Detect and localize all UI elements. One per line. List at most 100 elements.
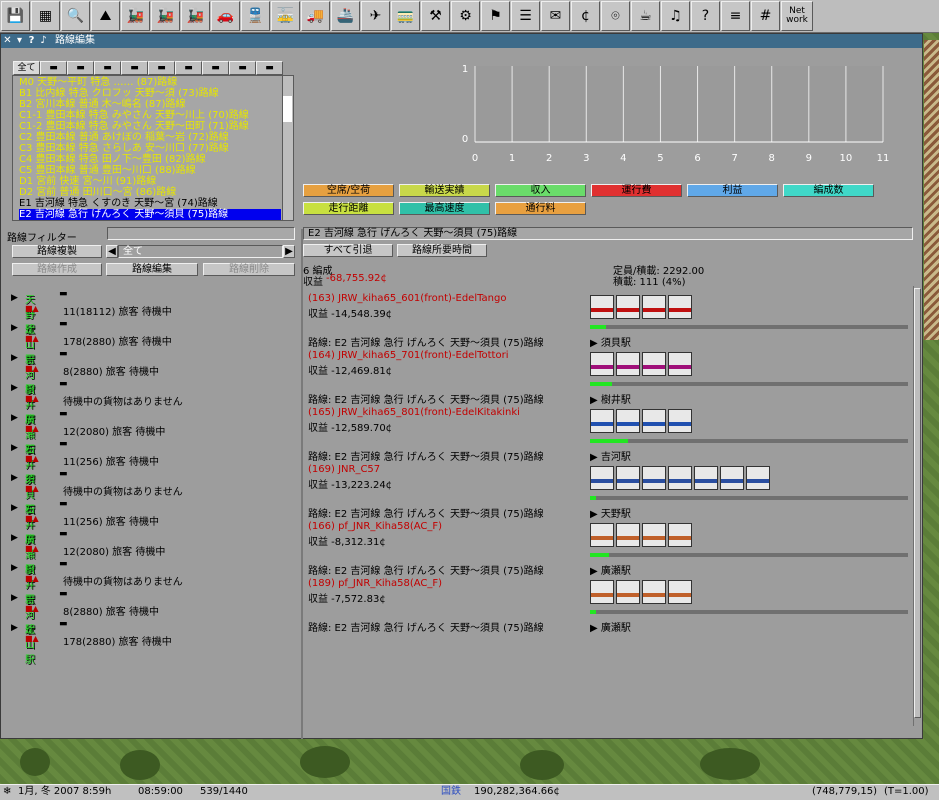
signal-icon[interactable]: ⚑ <box>481 1 510 31</box>
line-item[interactable]: C2 豊田本線 普通 あけぼの 稲葉～岩 (72)路線 <box>19 132 229 143</box>
steam-loco-icon[interactable]: 🚂 <box>181 1 210 31</box>
convoy-item[interactable]: (163) JRW_kiha65_601(front)-EdelTango 収益 … <box>308 293 918 351</box>
tab-vehicle-type[interactable]: ▬ <box>229 61 256 75</box>
tab-vehicle-type[interactable]: ▬ <box>256 61 283 75</box>
delete-line-button[interactable]: 路線削除 <box>203 263 295 276</box>
filter-prev-arrow[interactable]: ◀ <box>106 245 118 258</box>
expand-arrow-icon[interactable]: ▶ <box>11 503 18 513</box>
convoy-item[interactable]: (166) pf_JNR_Kiha58(AC_F) 収益 -8,312.31¢ 路線… <box>308 521 918 579</box>
line-item[interactable]: B1 比内線 特急 クロフッ 天野～須 (73)路線 <box>19 88 219 99</box>
cup-icon[interactable]: ☕ <box>631 1 660 31</box>
expand-arrow-icon[interactable]: ▶ <box>11 443 18 453</box>
pane-divider[interactable] <box>301 229 303 739</box>
line-list-scrollbar[interactable] <box>282 76 293 220</box>
camera-icon[interactable]: ⌾ <box>601 1 630 31</box>
ship-icon[interactable]: 🚢 <box>331 1 360 31</box>
money-icon[interactable]: ¢ <box>571 1 600 31</box>
tab-vehicle-type[interactable]: ▬ <box>202 61 229 75</box>
truck-icon[interactable]: 🚚 <box>301 1 330 31</box>
tools-icon[interactable]: ⚙ <box>451 1 480 31</box>
convoy-item[interactable]: (164) JRW_kiha65_701(front)-EdelTottori 収… <box>308 350 918 408</box>
line-item[interactable]: C1-1 豊田本線 特急 みやさん 天野～川上 (70)路線 <box>19 110 249 121</box>
chart-toggle-button[interactable]: 輸送実績 <box>399 184 490 197</box>
chart-toggle-button[interactable]: 空席/空荷 <box>303 184 394 197</box>
line-filter-input[interactable] <box>107 227 295 240</box>
train-icon[interactable]: 🚆 <box>241 1 270 31</box>
line-item[interactable]: C5 豊田本線 普通 豊田～川口 (88)路線 <box>19 165 196 176</box>
map-icon[interactable]: ▦ <box>31 1 60 31</box>
expand-arrow-icon[interactable]: ▶ <box>11 383 18 393</box>
scroll-knob[interactable] <box>283 96 292 122</box>
line-item[interactable]: C1-2 豊田本線 特急 みやさん 天野～田町 (71)路線 <box>19 121 249 132</box>
zoom-icon[interactable]: 🔍 <box>61 1 90 31</box>
help-icon[interactable]: ? <box>691 1 720 31</box>
line-item[interactable]: C3 豊田本線 特急 さらしあ 安～川口 (77)路線 <box>19 143 229 154</box>
chart-toggle-button[interactable]: 収入 <box>495 184 586 197</box>
chart-toggle-button[interactable]: 通行料 <box>495 202 586 215</box>
grid-icon[interactable]: # <box>751 1 780 31</box>
expand-arrow-icon[interactable]: ▶ <box>11 413 18 423</box>
crane-icon[interactable]: ⚒ <box>421 1 450 31</box>
convoy-item[interactable]: (169) JNR_C57 収益 -13,223.24¢ 路線: E2 吉河線 急行… <box>308 464 918 522</box>
save-icon[interactable]: 💾 <box>1 1 30 31</box>
tab-vehicle-type[interactable]: ▬ <box>148 61 175 75</box>
tab-vehicle-type[interactable]: ▬ <box>175 61 202 75</box>
filter-next-arrow[interactable]: ▶ <box>283 245 295 258</box>
line-item[interactable]: E1 吉河線 特急 くすのき 天野～宮 (74)路線 <box>19 198 218 209</box>
convoy-scrollbar[interactable] <box>913 286 922 726</box>
convoy-item[interactable]: (165) JRW_kiha65_801(front)-EdelKitakink… <box>308 407 918 465</box>
signal-icon: ⚑ <box>489 8 502 24</box>
expand-arrow-icon[interactable]: ▶ <box>11 353 18 363</box>
close-icon[interactable]: ✕ <box>2 34 13 48</box>
line-travel-time-button[interactable]: 路線所要時間 <box>397 244 487 257</box>
car-icon[interactable]: 🚗 <box>211 1 240 31</box>
expand-arrow-icon[interactable]: ▶ <box>11 473 18 483</box>
mailbox-icon[interactable]: ✉ <box>541 1 570 31</box>
scroll-knob[interactable] <box>914 288 921 718</box>
tab-vehicle-type[interactable]: ▬ <box>40 61 67 75</box>
line-item[interactable]: B2 宮川本線 普通 木～嶋名 (87)路線 <box>19 99 185 110</box>
line-item[interactable]: M0 天野～平町 特急 …… (87)路線 <box>19 77 177 88</box>
copy-line-button[interactable]: 路線複製 <box>12 245 102 258</box>
tab-all[interactable]: 全て <box>13 61 40 75</box>
expand-arrow-icon[interactable]: ▶ <box>11 563 18 573</box>
chart-toggle-button[interactable]: 走行距離 <box>303 202 394 215</box>
edit-line-button[interactable]: 路線編集 <box>106 263 198 276</box>
music-icon[interactable]: ♫ <box>661 1 690 31</box>
menu-icon[interactable]: ▾ <box>14 34 25 48</box>
pin-icon[interactable]: ♪ <box>38 34 49 48</box>
expand-arrow-icon[interactable]: ▶ <box>11 623 18 633</box>
terrain-icon[interactable]: ⛰ <box>91 1 120 31</box>
chart-toggle-button[interactable]: 編成数 <box>783 184 874 197</box>
help-icon[interactable]: ? <box>26 34 37 48</box>
expand-arrow-icon[interactable]: ▶ <box>11 533 18 543</box>
loco-icon[interactable]: 🚃 <box>391 1 420 31</box>
network-button[interactable]: Net work <box>781 1 813 31</box>
tab-vehicle-type[interactable]: ▬ <box>94 61 121 75</box>
plane-icon[interactable]: ✈ <box>361 1 390 31</box>
create-line-button[interactable]: 路線作成 <box>12 263 102 276</box>
filter-select[interactable]: 全て <box>118 245 283 258</box>
expand-arrow-icon[interactable]: ▶ <box>11 323 18 333</box>
tab-vehicle-type[interactable]: ▬ <box>67 61 94 75</box>
list-icon[interactable]: ☰ <box>511 1 540 31</box>
withdraw-all-button[interactable]: すべて引退 <box>303 244 393 257</box>
line-item[interactable]: D1 宮前 快速 宮～川 (91)路線 <box>19 176 156 187</box>
window-titlebar[interactable]: ✕ ▾ ? ♪ 路線編集 <box>1 34 922 48</box>
convoy-item[interactable]: (189) pf_JNR_Kiha58(AC_F) 収益 -7,572.83¢ 路線… <box>308 578 918 636</box>
expand-arrow-icon[interactable]: ▶ <box>11 293 18 303</box>
rail-icon[interactable]: ≡ <box>721 1 750 31</box>
steam-loco-icon[interactable]: 🚂 <box>151 1 180 31</box>
chart-toggle-button[interactable]: 利益 <box>687 184 778 197</box>
chart-toggle-button[interactable]: 最高速度 <box>399 202 490 215</box>
chart-toggle-button[interactable]: 運行費 <box>591 184 682 197</box>
vehicle-icon <box>720 466 744 490</box>
steam-loco-icon[interactable]: 🚂 <box>121 1 150 31</box>
line-item[interactable]: C4 豊田本線 特急 田ノ下～豊田 (82)路線 <box>19 154 206 165</box>
tram-icon[interactable]: 🚋 <box>271 1 300 31</box>
expand-arrow-icon[interactable]: ▶ <box>11 593 18 603</box>
line-list[interactable]: M0 天野～平町 特急 …… (87)路線 B1 比内線 特急 クロフッ 天野～須… <box>12 75 294 221</box>
line-item[interactable]: E2 吉河線 急行 げんろく 天野～須貝 (75)路線 <box>19 209 281 220</box>
line-item[interactable]: D2 宮前 普通 田川口～宮 (86)路線 <box>19 187 176 198</box>
tab-vehicle-type[interactable]: ▬ <box>121 61 148 75</box>
